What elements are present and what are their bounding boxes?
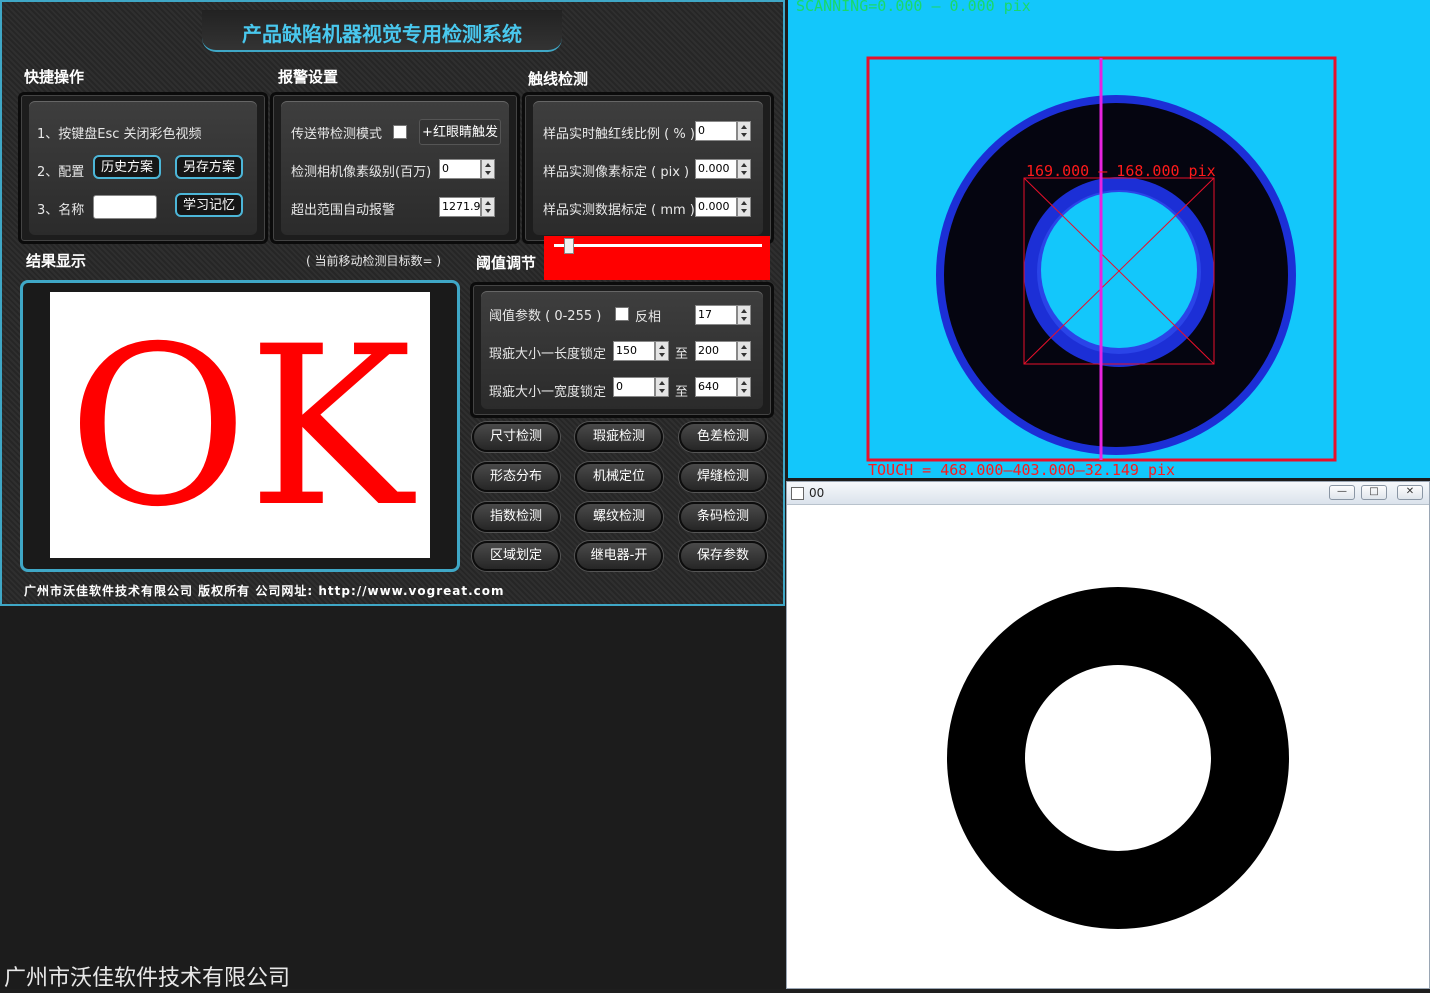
target-count-label: ( 当前移动检测目标数= ) <box>306 254 442 268</box>
threshold-slider-thumb[interactable] <box>564 238 574 254</box>
length-max-spinner[interactable] <box>737 341 751 361</box>
esc-hint: 1、按键盘Esc 关闭彩色视频 <box>37 127 202 142</box>
width-max-spinner[interactable] <box>737 377 751 397</box>
section-quick-ops: 快捷操作 <box>24 68 85 86</box>
alarm-group: 传送带检测模式 +红眼睛触发 检测相机像素级别(百万) 0 超出范围自动报警 1… <box>270 92 520 244</box>
invert-label: 反相 <box>635 310 662 325</box>
result-display: OK <box>50 292 430 558</box>
result-status: OK <box>67 299 413 555</box>
name-label: 3、名称 <box>37 203 85 218</box>
conveyor-mode-checkbox[interactable] <box>393 125 407 139</box>
section-result: 结果显示 <box>26 252 87 270</box>
threshold-param-spinner[interactable] <box>737 305 751 325</box>
mm-calibration-spinner[interactable] <box>737 197 751 217</box>
close-icon[interactable]: ✕ <box>1397 485 1423 500</box>
threshold-param-input[interactable]: 17 <box>695 305 737 325</box>
pix-calibration-spinner[interactable] <box>737 159 751 179</box>
learn-memory-button[interactable]: 学习记忆 <box>175 193 243 217</box>
touch-group: 样品实时触红线比例 ( % ) 0 样品实测像素标定 ( pix ) 0.000… <box>522 92 774 244</box>
section-threshold: 阈值调节 <box>476 254 537 272</box>
length-max-input[interactable]: 200 <box>695 341 737 361</box>
mm-calibration-label: 样品实测数据标定 ( mm ) <box>543 203 695 218</box>
auto-alarm-label: 超出范围自动报警 <box>291 203 396 218</box>
size-detect-button[interactable]: 尺寸检测 <box>472 422 560 452</box>
binary-image <box>947 587 1289 929</box>
scanning-readout: SCANNING=0.000 — 0.000 pix <box>796 0 1031 15</box>
threshold-param-label: 阈值参数 ( 0-255 ) <box>489 309 602 324</box>
length-min-spinner[interactable] <box>655 341 669 361</box>
maximize-icon[interactable]: □ <box>1361 485 1387 500</box>
minimize-icon[interactable]: — <box>1329 485 1355 500</box>
camera-image <box>866 56 1337 462</box>
binary-inner-hole <box>1025 665 1211 851</box>
window-titlebar[interactable]: 00 — □ ✕ <box>787 482 1429 505</box>
width-max-input[interactable]: 640 <box>695 377 737 397</box>
auto-alarm-input[interactable]: 1271.9( <box>439 197 485 217</box>
desktop-company-text: 广州市沃佳软件技术有限公司 <box>4 966 291 991</box>
binary-window: 00 — □ ✕ <box>786 481 1430 989</box>
section-touch: 触线检测 <box>528 70 589 88</box>
camera-pixel-spinner[interactable] <box>481 159 495 179</box>
touch-ratio-label: 样品实时触红线比例 ( % ) <box>543 127 695 142</box>
red-eye-trigger-button[interactable]: +红眼睛触发 <box>419 119 501 145</box>
binary-image-canvas <box>788 505 1428 987</box>
app-panel: 产品缺陷机器视觉专用检测系统 快捷操作 报警设置 触线检测 1、按键盘Esc 关… <box>0 0 785 606</box>
touch-ratio-spinner[interactable] <box>737 121 751 141</box>
window-title: 00 <box>809 486 825 500</box>
length-to-label: 至 <box>675 347 689 362</box>
dimension-readout: 169.000 — 168.000 pix <box>1026 162 1216 180</box>
window-icon <box>791 487 804 500</box>
threshold-group: 阈值参数 ( 0-255 ) 反相 17 瑕疵大小一长度锁定 150 至 200… <box>470 282 774 418</box>
history-scheme-button[interactable]: 历史方案 <box>93 155 161 179</box>
save-as-scheme-button[interactable]: 另存方案 <box>175 155 243 179</box>
width-min-input[interactable]: 0 <box>613 377 655 397</box>
weld-detect-button[interactable]: 焊缝检测 <box>679 462 767 492</box>
length-lock-label: 瑕疵大小一长度锁定 <box>489 347 607 362</box>
defect-detect-button[interactable]: 瑕疵检测 <box>575 422 663 452</box>
quick-ops-group: 1、按键盘Esc 关闭彩色视频 2、配置 历史方案 另存方案 3、名称 学习记忆 <box>18 92 268 244</box>
save-params-button[interactable]: 保存参数 <box>679 541 767 571</box>
camera-pixel-label: 检测相机像素级别(百万) <box>291 165 432 180</box>
conveyor-mode-label: 传送带检测模式 <box>291 127 383 142</box>
width-to-label: 至 <box>675 385 689 400</box>
camera-pixel-input[interactable]: 0 <box>439 159 481 179</box>
region-define-button[interactable]: 区域划定 <box>472 541 560 571</box>
invert-checkbox[interactable] <box>615 307 629 321</box>
width-min-spinner[interactable] <box>655 377 669 397</box>
thread-detect-button[interactable]: 螺纹检测 <box>575 502 663 532</box>
section-alarm: 报警设置 <box>278 68 339 86</box>
app-title: 产品缺陷机器视觉专用检测系统 <box>242 22 522 46</box>
auto-alarm-spinner[interactable] <box>481 197 495 217</box>
barcode-detect-button[interactable]: 条码检测 <box>679 502 767 532</box>
pix-calibration-label: 样品实测像素标定 ( pix ) <box>543 165 690 180</box>
name-input[interactable] <box>93 195 157 219</box>
copyright-footer: 广州市沃佳软件技术有限公司 版权所有 公司网址: http://www.vogr… <box>24 584 505 598</box>
width-lock-label: 瑕疵大小一宽度锁定 <box>489 385 607 400</box>
mechanical-position-button[interactable]: 机械定位 <box>575 462 663 492</box>
length-min-input[interactable]: 150 <box>613 341 655 361</box>
pix-calibration-input[interactable]: 0.000 <box>695 159 737 179</box>
threshold-color-bar <box>544 236 770 280</box>
relay-on-button[interactable]: 继电器-开 <box>575 541 663 571</box>
title-bar: 产品缺陷机器视觉专用检测系统 <box>202 10 562 52</box>
index-detect-button[interactable]: 指数检测 <box>472 502 560 532</box>
touch-ratio-input[interactable]: 0 <box>695 121 737 141</box>
mm-calibration-input[interactable]: 0.000 <box>695 197 737 217</box>
threshold-slider-track[interactable] <box>554 244 762 247</box>
touch-readout: TOUCH = 468.000—403.000—32.149 pix <box>868 461 1176 478</box>
config-label: 2、配置 <box>37 165 85 180</box>
shape-distribution-button[interactable]: 形态分布 <box>472 462 560 492</box>
color-diff-button[interactable]: 色差检测 <box>679 422 767 452</box>
camera-view: SCANNING=0.000 — 0.000 pix 169.000 — 168… <box>788 0 1430 478</box>
